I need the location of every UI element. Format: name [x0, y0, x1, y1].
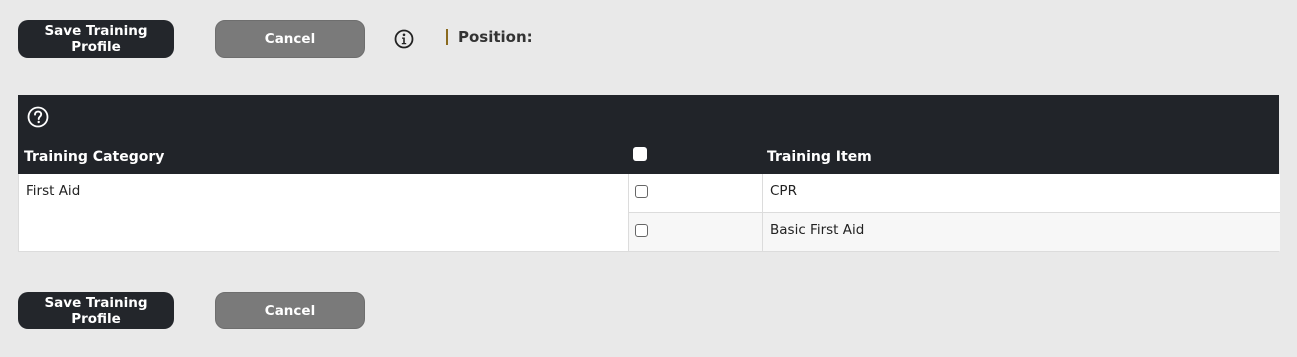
cancel-button-bottom[interactable]: Cancel	[215, 292, 365, 329]
position-indicator: Position:	[446, 28, 533, 46]
training-item-checkbox-basic-first-aid[interactable]	[635, 224, 648, 237]
checkbox-cell	[629, 174, 763, 212]
table-header: Training Category Training Item	[18, 95, 1279, 174]
checkbox-cell	[629, 213, 763, 251]
training-item-label: CPR	[770, 183, 797, 199]
column-header-training-category: Training Category	[24, 149, 165, 165]
position-divider	[446, 29, 448, 45]
training-item-label: Basic First Aid	[770, 222, 865, 238]
category-label: First Aid	[26, 183, 81, 199]
select-all-checkbox[interactable]	[633, 147, 647, 161]
help-icon[interactable]	[27, 106, 49, 128]
info-icon[interactable]	[394, 29, 414, 49]
cancel-button[interactable]: Cancel	[215, 20, 365, 58]
category-cell: First Aid	[19, 174, 629, 251]
position-label: Position:	[458, 28, 533, 46]
training-item-checkbox-cpr[interactable]	[635, 185, 648, 198]
table-body: First Aid CPR Basic First Aid	[18, 174, 1280, 252]
table-row: Basic First Aid	[629, 213, 1280, 251]
training-profile-table: Training Category Training Item First Ai…	[18, 95, 1280, 252]
column-header-training-item: Training Item	[767, 149, 872, 165]
save-training-profile-button-bottom[interactable]: Save Training Profile	[18, 292, 174, 329]
table-row: CPR	[629, 174, 1280, 213]
save-training-profile-button[interactable]: Save Training Profile	[18, 20, 174, 58]
